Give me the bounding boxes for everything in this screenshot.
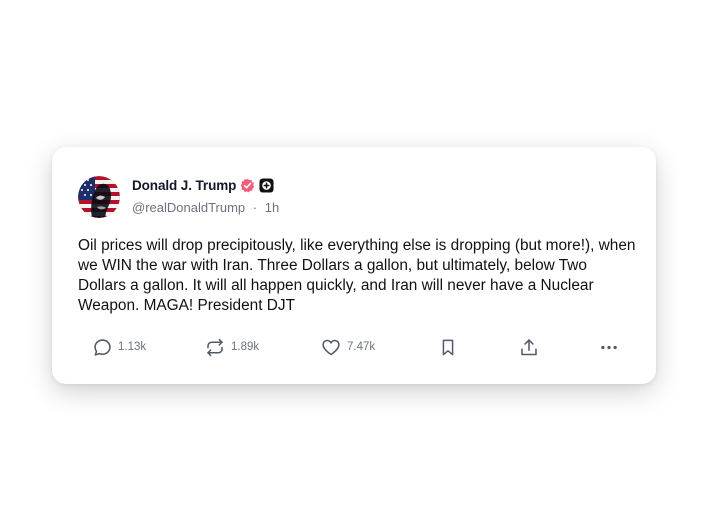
reply-icon: [92, 337, 113, 358]
share-icon: [518, 337, 540, 358]
reply-count: 1.13k: [118, 341, 147, 353]
handle-row: @realDonaldTrump · 1h: [132, 200, 279, 215]
repost-icon: [204, 337, 226, 358]
post-card: Donald J. Trump @realDonaldTrump · 1h Oi…: [52, 147, 656, 384]
verified-badge-icon: [240, 178, 255, 193]
bookmark-icon: [438, 337, 458, 358]
like-count: 7.47k: [347, 341, 376, 353]
avatar[interactable]: [78, 176, 120, 218]
reply-button[interactable]: 1.13k: [92, 335, 146, 359]
avatar-image: [78, 176, 120, 218]
more-icon: [598, 337, 620, 358]
post-time[interactable]: 1h: [265, 200, 279, 215]
bookmark-button[interactable]: [438, 335, 458, 359]
separator-dot: ·: [252, 200, 258, 215]
share-button[interactable]: [518, 335, 540, 359]
plus-badge-icon: [259, 177, 274, 193]
author-name[interactable]: Donald J. Trump: [132, 178, 236, 193]
more-button[interactable]: [598, 335, 620, 359]
author-handle[interactable]: @realDonaldTrump: [132, 200, 245, 215]
action-bar: 1.13k 1.89k 7.47k: [78, 335, 638, 359]
author-row: Donald J. Trump: [132, 176, 274, 194]
heart-icon: [320, 337, 342, 358]
repost-count: 1.89k: [231, 341, 260, 353]
repost-button[interactable]: 1.89k: [204, 335, 259, 359]
post-text: Oil prices will drop precipitously, like…: [78, 237, 636, 314]
like-button[interactable]: 7.47k: [320, 335, 375, 359]
